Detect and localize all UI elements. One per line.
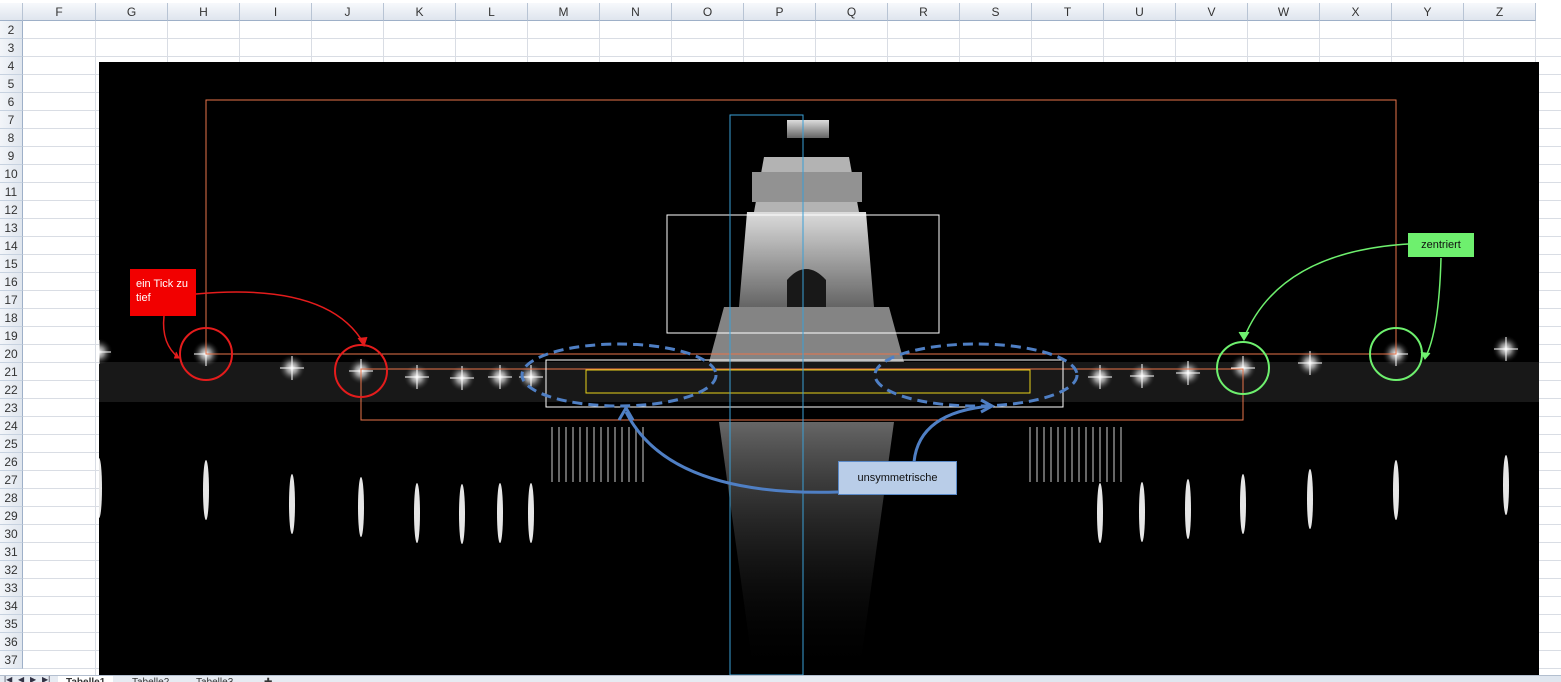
grid-hline	[23, 38, 1561, 39]
column-header[interactable]: U	[1104, 3, 1176, 21]
column-header[interactable]: F	[23, 3, 96, 21]
column-header[interactable]: W	[1248, 3, 1320, 21]
column-header[interactable]: H	[168, 3, 240, 21]
last-sheet-icon[interactable]: ▶|	[42, 676, 50, 682]
tab-tabelle3[interactable]: Tabelle3	[188, 676, 241, 682]
row-header[interactable]: 13	[0, 219, 23, 237]
row-header[interactable]: 11	[0, 183, 23, 201]
column-header[interactable]: T	[1032, 3, 1104, 21]
callout-blue-text: unsymmetrische	[857, 472, 938, 484]
blue-ellipse-left	[520, 342, 718, 408]
column-header[interactable]: V	[1176, 3, 1248, 21]
blue-ellipse-right	[873, 342, 1079, 408]
column-header[interactable]: Z	[1464, 3, 1536, 21]
column-header[interactable]: O	[672, 3, 744, 21]
column-header[interactable]: S	[960, 3, 1032, 21]
red-arrow-right	[195, 291, 365, 345]
row-header[interactable]: 18	[0, 309, 23, 327]
row-header[interactable]: 14	[0, 237, 23, 255]
row-header[interactable]: 4	[0, 57, 23, 75]
column-header[interactable]: Q	[816, 3, 888, 21]
column-header[interactable]: L	[456, 3, 528, 21]
row-header[interactable]: 25	[0, 435, 23, 453]
row-header[interactable]: 27	[0, 471, 23, 489]
row-header[interactable]: 28	[0, 489, 23, 507]
column-header[interactable]: M	[528, 3, 600, 21]
select-all-corner[interactable]	[0, 3, 23, 21]
first-sheet-icon[interactable]: |◀	[4, 676, 12, 682]
row-header[interactable]: 32	[0, 561, 23, 579]
blue-arrow-right	[912, 404, 992, 463]
prev-sheet-icon[interactable]: ◀	[18, 676, 24, 682]
blue-arrow-left	[624, 411, 839, 494]
row-header[interactable]: 37	[0, 651, 23, 669]
row-header[interactable]: 10	[0, 165, 23, 183]
callout-unsymmetrische[interactable]: unsymmetrische	[838, 461, 957, 495]
annotation-overlay	[162, 99, 1442, 675]
column-header[interactable]: K	[384, 3, 456, 21]
row-header[interactable]: 2	[0, 21, 23, 39]
column-header[interactable]: P	[744, 3, 816, 21]
callout-green-text: zentriert	[1421, 239, 1461, 251]
green-arrow-left	[1243, 243, 1409, 339]
callout-zentriert[interactable]: zentriert	[1408, 233, 1474, 257]
insert-sheet-icon[interactable]: ✚	[256, 676, 280, 682]
column-header[interactable]: X	[1320, 3, 1392, 21]
row-header[interactable]: 30	[0, 525, 23, 543]
callout-ein-tick-zu-tief[interactable]: ein Tick zu tief	[130, 269, 196, 316]
column-header[interactable]: J	[312, 3, 384, 21]
row-header[interactable]: 22	[0, 381, 23, 399]
column-header[interactable]: R	[888, 3, 960, 21]
row-header[interactable]: 12	[0, 201, 23, 219]
grid-hline	[23, 56, 1561, 57]
horizontal-scrollbar[interactable]	[950, 676, 1561, 682]
orange-guide-frame	[205, 99, 1397, 355]
column-header[interactable]: Y	[1392, 3, 1464, 21]
row-header[interactable]: 9	[0, 147, 23, 165]
row-header[interactable]: 5	[0, 75, 23, 93]
row-header[interactable]: 35	[0, 615, 23, 633]
row-header[interactable]: 33	[0, 579, 23, 597]
grid-vline	[95, 21, 96, 675]
row-header[interactable]: 8	[0, 129, 23, 147]
orange-lower-guide	[360, 368, 1244, 421]
column-header[interactable]: G	[96, 3, 168, 21]
tab-tabelle1[interactable]: Tabelle1	[58, 676, 114, 682]
row-header[interactable]: 23	[0, 399, 23, 417]
green-arrow-right	[1424, 257, 1442, 359]
row-header[interactable]: 16	[0, 273, 23, 291]
row-header[interactable]: 36	[0, 633, 23, 651]
row-header[interactable]: 7	[0, 111, 23, 129]
red-arrow-left	[162, 315, 180, 359]
row-header[interactable]: 3	[0, 39, 23, 57]
cyan-center-axis	[729, 114, 804, 675]
column-header[interactable]: N	[600, 3, 672, 21]
row-header[interactable]: 15	[0, 255, 23, 273]
yellow-guide-box	[585, 369, 1031, 394]
row-header[interactable]: 20	[0, 345, 23, 363]
row-header[interactable]: 26	[0, 453, 23, 471]
row-header[interactable]: 21	[0, 363, 23, 381]
row-header[interactable]: 24	[0, 417, 23, 435]
row-header[interactable]: 31	[0, 543, 23, 561]
callout-red-text: ein Tick zu tief	[136, 278, 188, 304]
row-header[interactable]: 29	[0, 507, 23, 525]
column-header[interactable]: I	[240, 3, 312, 21]
tab-tabelle2[interactable]: Tabelle2	[124, 676, 177, 682]
base-white-box	[545, 359, 1064, 408]
next-sheet-icon[interactable]: ▶	[30, 676, 36, 682]
spreadsheet-grid[interactable]: FGHIJKLMNOPQRSTUVWXYZ 2 3 4 5 6 7 8 9 10 11 12 13 14…	[0, 0, 1561, 675]
row-header[interactable]: 34	[0, 597, 23, 615]
row-header[interactable]: 6	[0, 93, 23, 111]
row-header[interactable]: 19	[0, 327, 23, 345]
row-header[interactable]: 17	[0, 291, 23, 309]
